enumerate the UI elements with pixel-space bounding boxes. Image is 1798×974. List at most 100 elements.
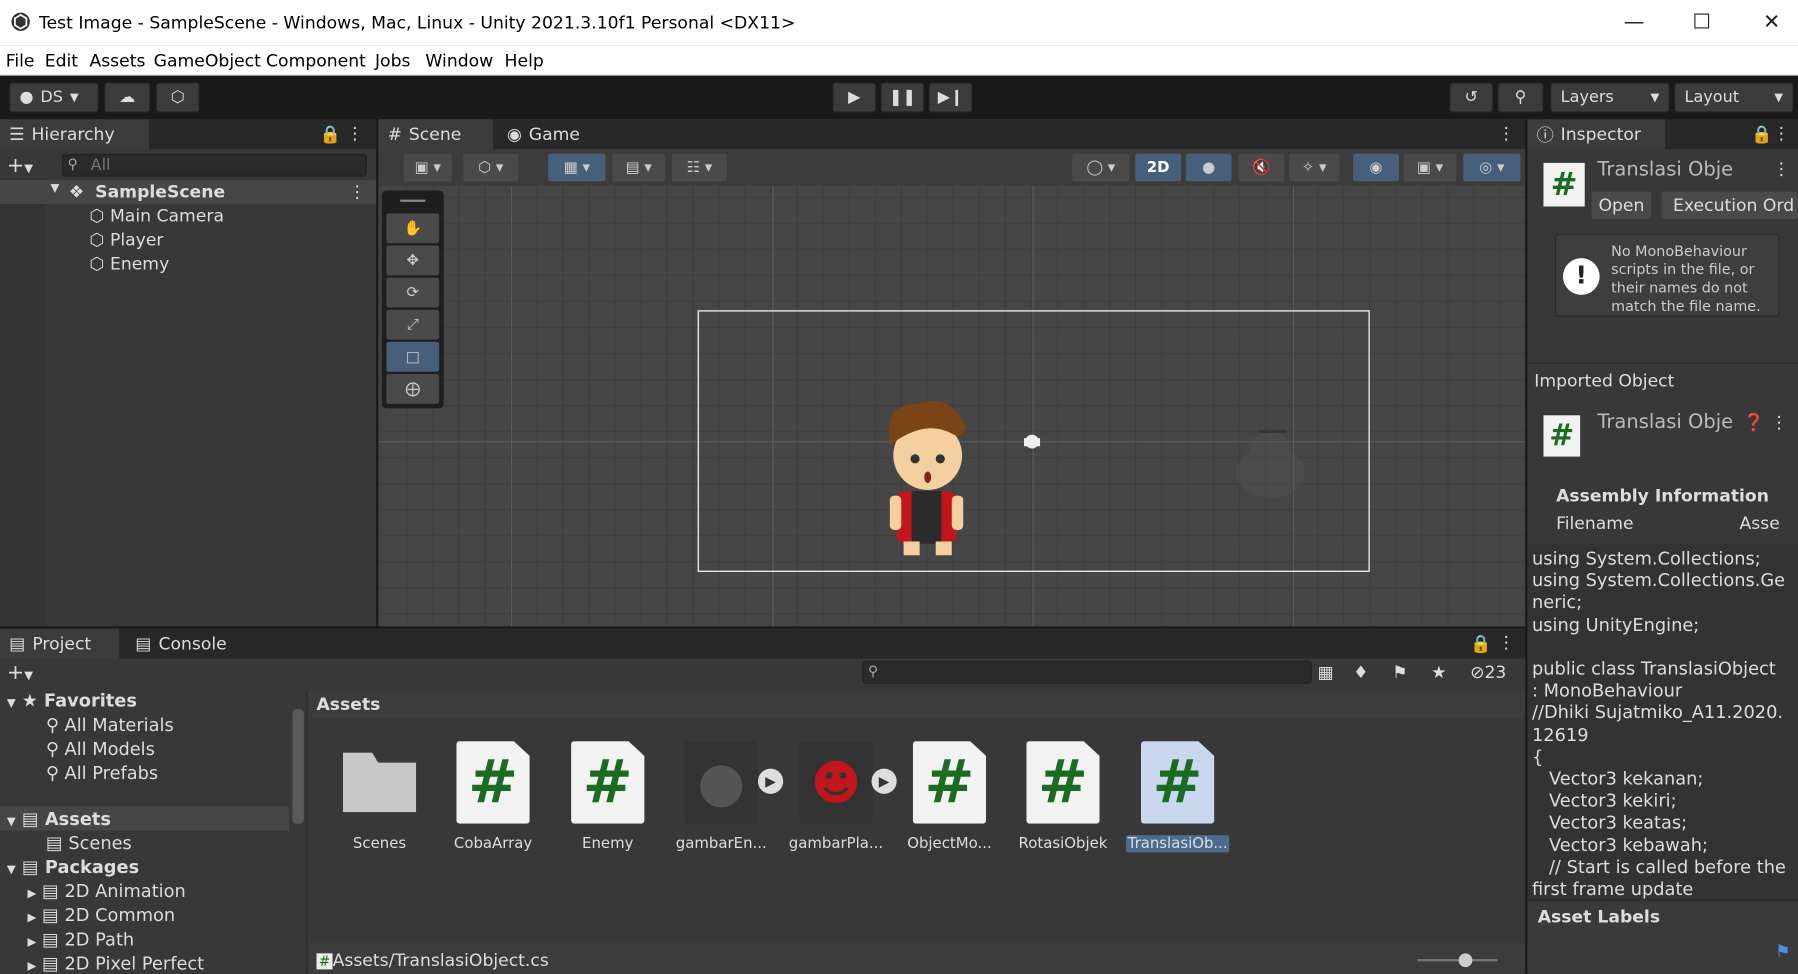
tab-hierarchy[interactable]: ☰ Hierarchy <box>0 119 150 150</box>
minimize-button[interactable]: — <box>1617 10 1651 34</box>
tab-console[interactable]: ▤ Console <box>126 629 245 659</box>
hierarchy-search-input[interactable]: ⚲ All <box>61 153 367 177</box>
asset-item[interactable]: ☻ gambarPla... <box>784 741 887 852</box>
tab-game[interactable]: ◉ Game <box>498 119 601 149</box>
menu-edit[interactable]: Edit <box>45 50 78 71</box>
scene-row[interactable]: ▼ ❖ SampleScene ⋮ <box>0 180 377 205</box>
search-by-type-icon[interactable]: ▦ <box>1318 662 1334 683</box>
more-icon[interactable]: ⋮ <box>1773 123 1790 144</box>
asset-item[interactable]: # ObjectMo... <box>898 741 1001 852</box>
filter-label-icon[interactable]: ⚑ <box>1392 662 1407 683</box>
execution-order-button[interactable]: Execution Ord <box>1661 191 1798 220</box>
close-button[interactable]: ✕ <box>1754 10 1788 34</box>
project-search-input[interactable]: ⚲ <box>862 660 1312 684</box>
asset-item[interactable]: # Enemy <box>556 741 659 852</box>
lock-icon[interactable]: 🔒 <box>1470 633 1491 654</box>
gizmos-dropdown[interactable]: ◎ ▾ <box>1463 153 1521 182</box>
menu-gameobject[interactable]: GameObject <box>154 50 261 71</box>
search-button[interactable]: ⚲ <box>1497 82 1544 113</box>
maximize-button[interactable]: ☐ <box>1685 10 1719 34</box>
open-button[interactable]: Open <box>1591 191 1652 220</box>
scene-viewport[interactable] <box>378 185 1526 627</box>
hand-tool-button[interactable]: ✋ <box>386 213 440 244</box>
favorite-icon[interactable]: ★ <box>1431 662 1446 683</box>
more-icon[interactable]: ⋮ <box>1773 158 1790 179</box>
cloud-button[interactable]: ☁ <box>104 82 151 113</box>
lighting-toggle[interactable]: ● <box>1185 153 1232 182</box>
tree-favorites[interactable]: ▼ ★ Favorites <box>7 691 137 712</box>
filter-type-icon[interactable]: ♦ <box>1353 662 1368 683</box>
history-button[interactable]: ↺ <box>1449 82 1494 113</box>
tab-project[interactable]: ▤ Project <box>0 628 120 659</box>
effects-dropdown[interactable]: ✧ ▾ <box>1288 153 1340 182</box>
more-icon[interactable]: ⋮ <box>1498 632 1515 653</box>
more-icon[interactable]: ⋮ <box>349 181 366 202</box>
help-icon[interactable]: ❓ <box>1743 412 1764 433</box>
hidden-packages-toggle[interactable]: ⊘23 <box>1470 662 1506 683</box>
tag-icon[interactable]: ⚑ <box>1775 941 1790 962</box>
expand-icon[interactable]: ▶ <box>757 768 784 794</box>
tree-assets[interactable]: ▼ ▤ Assets <box>7 809 111 830</box>
tree-item[interactable]: ▶ ▤ 2D Animation <box>28 881 186 902</box>
hierarchy-item-player[interactable]: ⬡ Player <box>89 229 163 250</box>
add-button[interactable]: +▼ <box>7 154 33 178</box>
asset-item[interactable]: ● gambarEn... <box>670 741 773 852</box>
tree-item[interactable]: ▶ ▤ 2D Pixel Perfect <box>28 953 205 974</box>
tab-inspector[interactable]: ⓘ Inspector <box>1527 119 1666 150</box>
draw-mode-dropdown[interactable]: ▣ ▾ <box>403 153 452 182</box>
lock-icon[interactable]: 🔒 <box>320 124 341 145</box>
menu-window[interactable]: Window <box>425 50 493 71</box>
grid-snap-button[interactable]: ▦ ▾ <box>548 153 606 182</box>
create-button[interactable]: +▼ <box>7 661 33 685</box>
scale-tool-button[interactable]: ⤢ <box>386 309 440 340</box>
more-icon[interactable]: ⋮ <box>1771 412 1788 433</box>
tree-item[interactable]: ▶ ▤ 2D Path <box>28 929 135 950</box>
asset-item-selected[interactable]: # TranslasiOb... <box>1126 741 1230 853</box>
hierarchy-item-enemy[interactable]: ⬡ Enemy <box>89 254 169 275</box>
rotate-tool-button[interactable]: ⟳ <box>386 277 440 308</box>
transform-tool-button[interactable]: ⨁ <box>386 373 440 404</box>
asset-item[interactable]: # RotasiObjek <box>1011 741 1114 852</box>
tab-scene[interactable]: # Scene <box>378 119 494 150</box>
layers-dropdown[interactable]: Layers ▼ <box>1550 82 1670 113</box>
ruler-dropdown[interactable]: ☷ ▾ <box>671 153 728 182</box>
unity-logo-icon <box>11 12 30 31</box>
rect-tool-button[interactable]: □ <box>386 341 440 372</box>
visibility-toggle[interactable]: ◉ <box>1353 153 1399 182</box>
zoom-slider[interactable] <box>1417 953 1498 968</box>
audio-toggle[interactable]: 🔇 <box>1238 153 1285 182</box>
bag-icon: ● <box>697 750 746 815</box>
pause-button[interactable]: ❚❚ <box>880 82 925 113</box>
asset-item[interactable]: Scenes <box>328 741 431 852</box>
expand-icon[interactable]: ▶ <box>871 768 897 794</box>
layout-dropdown[interactable]: Layout ▼ <box>1674 82 1794 113</box>
tree-item[interactable]: ⚲ All Models <box>46 739 155 760</box>
menu-help[interactable]: Help <box>505 50 544 71</box>
camera-dropdown[interactable]: ▣ ▾ <box>1403 153 1457 182</box>
scrollbar[interactable] <box>292 708 304 824</box>
tree-item[interactable]: ⚲ All Prefabs <box>46 763 158 784</box>
account-dropdown[interactable]: ● DS ▼ <box>9 82 99 113</box>
2d-toggle[interactable]: 2D <box>1135 153 1182 182</box>
shading-dropdown[interactable]: ⬡ ▾ <box>463 153 519 182</box>
tree-item[interactable]: ▶ ▤ 2D Common <box>28 905 176 926</box>
menu-assets[interactable]: Assets <box>89 50 145 71</box>
tree-packages[interactable]: ▼ ▤ Packages <box>7 857 139 878</box>
lock-icon[interactable]: 🔒 <box>1751 124 1772 145</box>
move-tool-button[interactable]: ✥ <box>386 245 440 276</box>
hierarchy-item-main-camera[interactable]: ⬡ Main Camera <box>89 205 224 226</box>
play-button[interactable]: ▶ <box>832 82 877 113</box>
orientation-dropdown[interactable]: ◯ ▾ <box>1072 153 1130 182</box>
more-icon[interactable]: ⋮ <box>346 123 363 144</box>
tree-item[interactable]: ▤ Scenes <box>46 833 132 854</box>
asset-item[interactable]: # CobaArray <box>441 741 544 852</box>
snap-dropdown[interactable]: ▤ ▾ <box>612 153 666 182</box>
breadcrumb[interactable]: Assets <box>316 694 380 715</box>
menu-component[interactable]: Component <box>266 50 366 71</box>
menu-jobs[interactable]: Jobs <box>375 50 410 71</box>
step-button[interactable]: ▶❙ <box>928 82 973 113</box>
collab-button[interactable]: ⬡ <box>155 82 200 113</box>
tree-item[interactable]: ⚲ All Materials <box>46 715 174 736</box>
more-icon[interactable]: ⋮ <box>1498 123 1515 144</box>
menu-file[interactable]: File <box>6 50 35 71</box>
